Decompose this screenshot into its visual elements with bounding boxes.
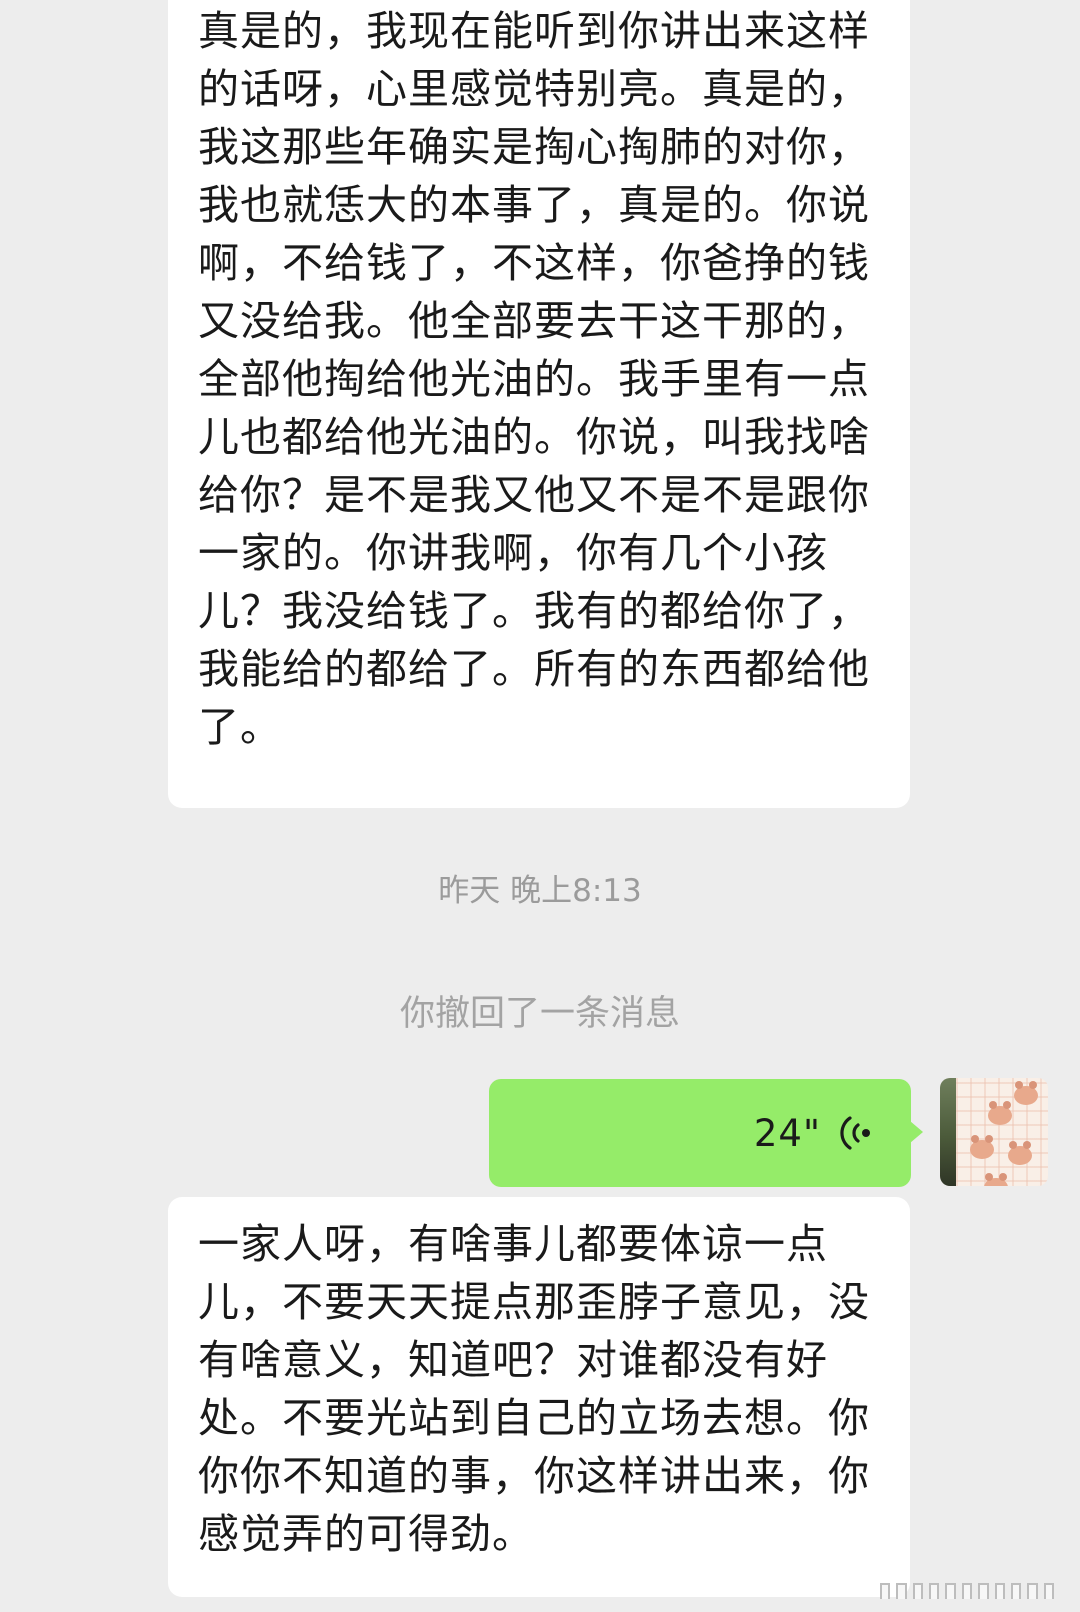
incoming-message-bubble[interactable]: 一家人呀，有啥事儿都要体谅一点儿，不要天天提点那歪脖子意见，没有啥意义，知道吧？… — [168, 1197, 910, 1597]
bear-icon — [1008, 1141, 1032, 1165]
bear-icon — [970, 1135, 994, 1159]
bear-icon — [1014, 1081, 1038, 1105]
message-timestamp: 昨天 晚上8:13 — [438, 873, 642, 909]
bear-icon — [988, 1101, 1012, 1125]
voice-duration: 24" — [753, 1111, 821, 1155]
voice-wave-icon — [840, 1116, 870, 1150]
page-scroll-indicator — [880, 1583, 1054, 1599]
bear-icon — [984, 1173, 1008, 1186]
voice-message-bubble[interactable]: 24" — [489, 1079, 923, 1187]
recall-notice[interactable]: 你撤回了一条消息 — [0, 990, 1080, 1038]
incoming-message-bubble[interactable]: 真是的，我现在能听到你讲出来这样的话呀，心里感觉特别亮。真是的，我这那些年确实是… — [168, 0, 910, 808]
avatar[interactable] — [940, 1078, 1048, 1186]
bear-pattern-avatar-icon — [956, 1078, 1048, 1186]
